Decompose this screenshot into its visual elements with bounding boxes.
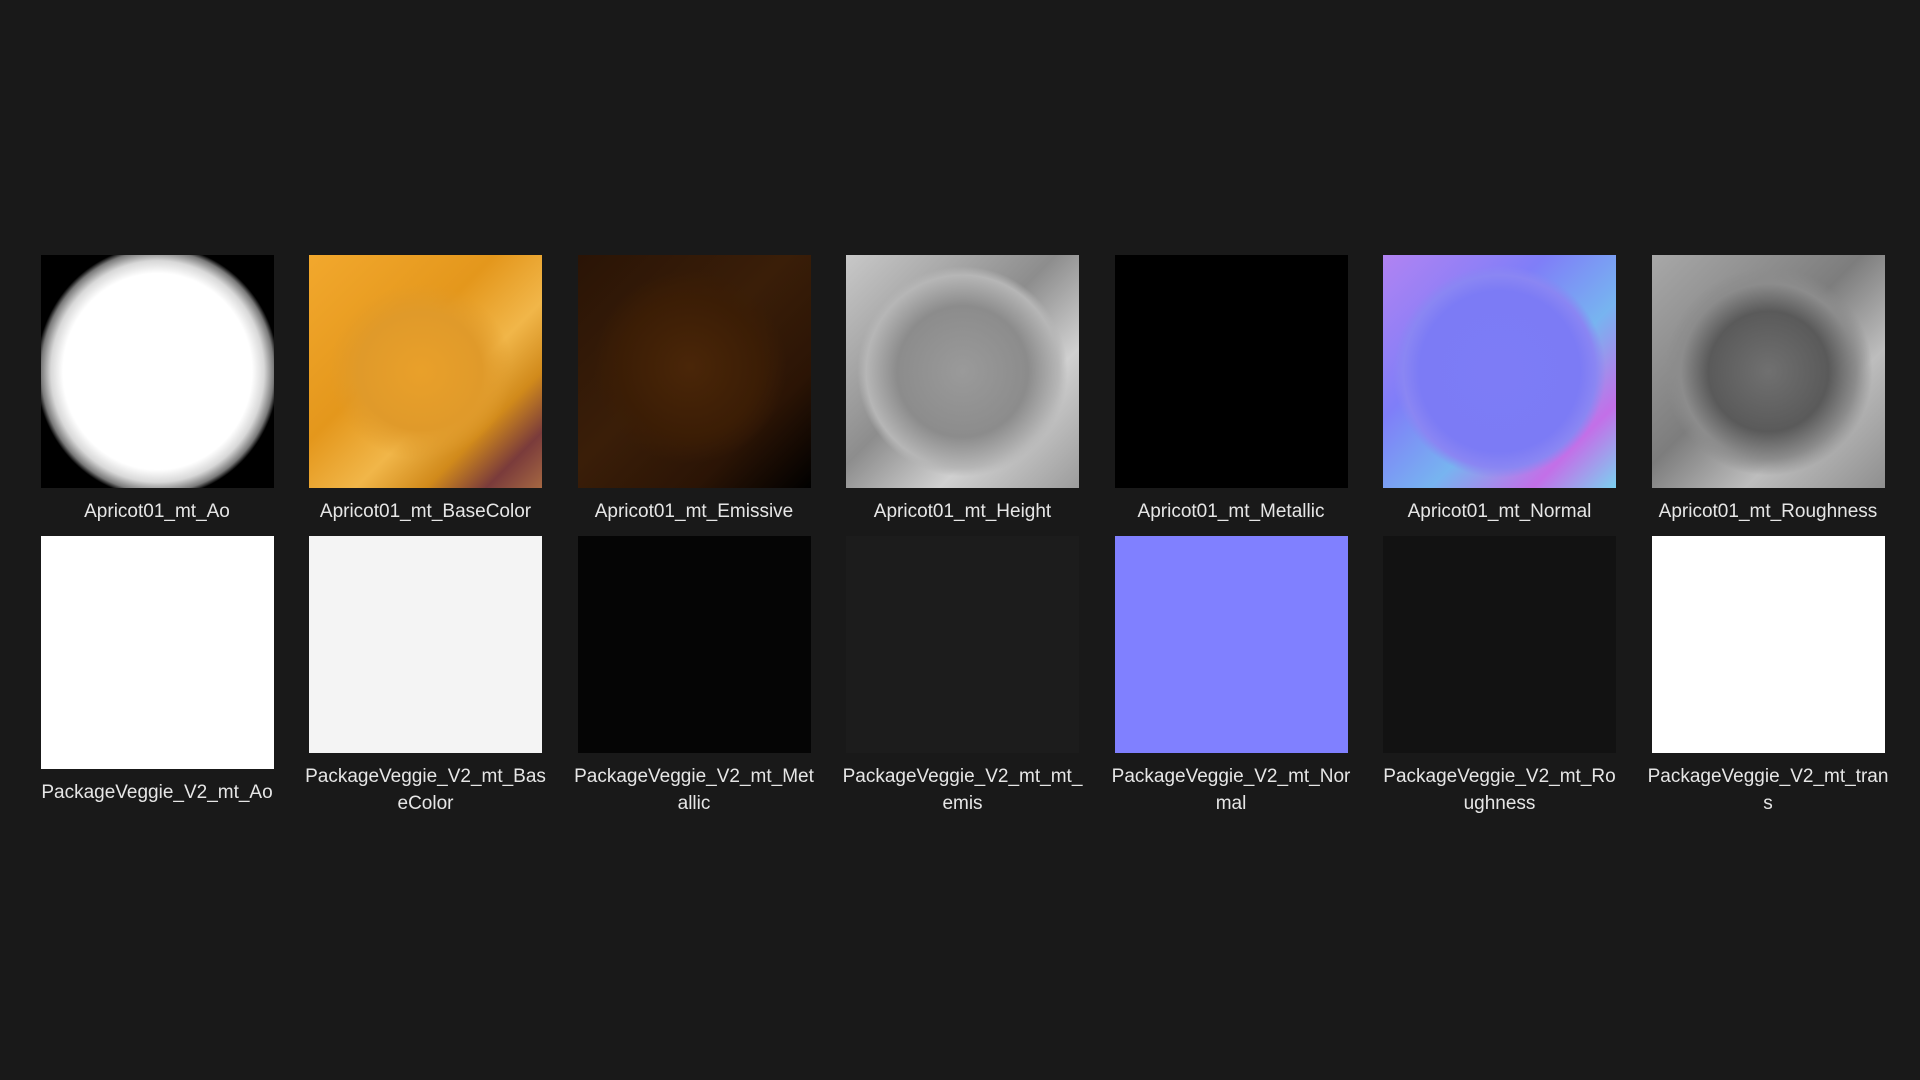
texture-thumbnail-ao <box>40 536 274 769</box>
file-name-label: PackageVeggie_V2_mt_Normal <box>1111 766 1351 814</box>
file-name-label: Apricot01_mt_Height <box>873 501 1052 522</box>
file-name-label: PackageVeggie_V2_mt_BaseColor <box>305 766 546 814</box>
file-item-apricot-roughness[interactable]: Apricot01_mt_Roughness <box>1647 255 1889 536</box>
file-item-package-ao[interactable]: PackageVeggie_V2_mt_Ao <box>36 536 278 817</box>
file-name-label: Apricot01_mt_Emissive <box>594 501 794 522</box>
file-name-label: PackageVeggie_V2_mt_Ao <box>41 782 273 803</box>
texture-thumbnail-metallic <box>1114 255 1348 488</box>
file-item-apricot-basecolor[interactable]: Apricot01_mt_BaseColor <box>305 255 547 536</box>
texture-thumbnail-roughness <box>1383 536 1616 753</box>
file-name-label: Apricot01_mt_Roughness <box>1658 501 1878 522</box>
file-item-apricot-normal[interactable]: Apricot01_mt_Normal <box>1379 255 1621 536</box>
file-item-apricot-ao[interactable]: Apricot01_mt_Ao <box>36 255 278 536</box>
texture-thumbnail-basecolor <box>309 536 542 753</box>
file-item-package-normal[interactable]: PackageVeggie_V2_mt_Normal <box>1110 536 1352 817</box>
file-item-apricot-emissive[interactable]: Apricot01_mt_Emissive <box>573 255 815 536</box>
file-name-label: PackageVeggie_V2_mt_Roughness <box>1383 766 1616 814</box>
file-name-label: PackageVeggie_V2_mt_Metallic <box>574 766 814 814</box>
texture-thumbnail-roughness <box>1651 255 1885 488</box>
file-name-label: Apricot01_mt_Metallic <box>1137 501 1325 522</box>
file-name-label: Apricot01_mt_Ao <box>84 501 230 522</box>
file-grid: Apricot01_mt_Ao Apricot01_mt_BaseColor A… <box>36 255 1889 817</box>
file-name-label: PackageVeggie_V2_mt_trans <box>1647 766 1889 814</box>
texture-thumbnail-basecolor <box>309 255 542 488</box>
file-item-package-emis[interactable]: PackageVeggie_V2_mt_mt_emis <box>842 536 1084 817</box>
texture-thumbnail-transparency <box>1651 536 1885 753</box>
file-item-apricot-metallic[interactable]: Apricot01_mt_Metallic <box>1110 255 1352 536</box>
file-item-package-metallic[interactable]: PackageVeggie_V2_mt_Metallic <box>573 536 815 817</box>
file-name-label: PackageVeggie_V2_mt_mt_emis <box>842 766 1083 814</box>
texture-thumbnail-normal <box>1383 255 1616 488</box>
texture-thumbnail-emissive <box>846 536 1079 753</box>
texture-thumbnail-height <box>846 255 1079 488</box>
texture-thumbnail-metallic <box>577 536 811 753</box>
texture-thumbnail-ao <box>40 255 274 488</box>
file-item-package-roughness[interactable]: PackageVeggie_V2_mt_Roughness <box>1379 536 1621 817</box>
file-item-package-trans[interactable]: PackageVeggie_V2_mt_trans <box>1647 536 1889 817</box>
file-item-apricot-height[interactable]: Apricot01_mt_Height <box>842 255 1084 536</box>
file-item-package-basecolor[interactable]: PackageVeggie_V2_mt_BaseColor <box>305 536 547 817</box>
file-name-label: Apricot01_mt_BaseColor <box>319 501 532 522</box>
file-name-label: Apricot01_mt_Normal <box>1407 501 1592 522</box>
texture-thumbnail-emissive <box>577 255 811 488</box>
texture-thumbnail-normal <box>1114 536 1348 753</box>
